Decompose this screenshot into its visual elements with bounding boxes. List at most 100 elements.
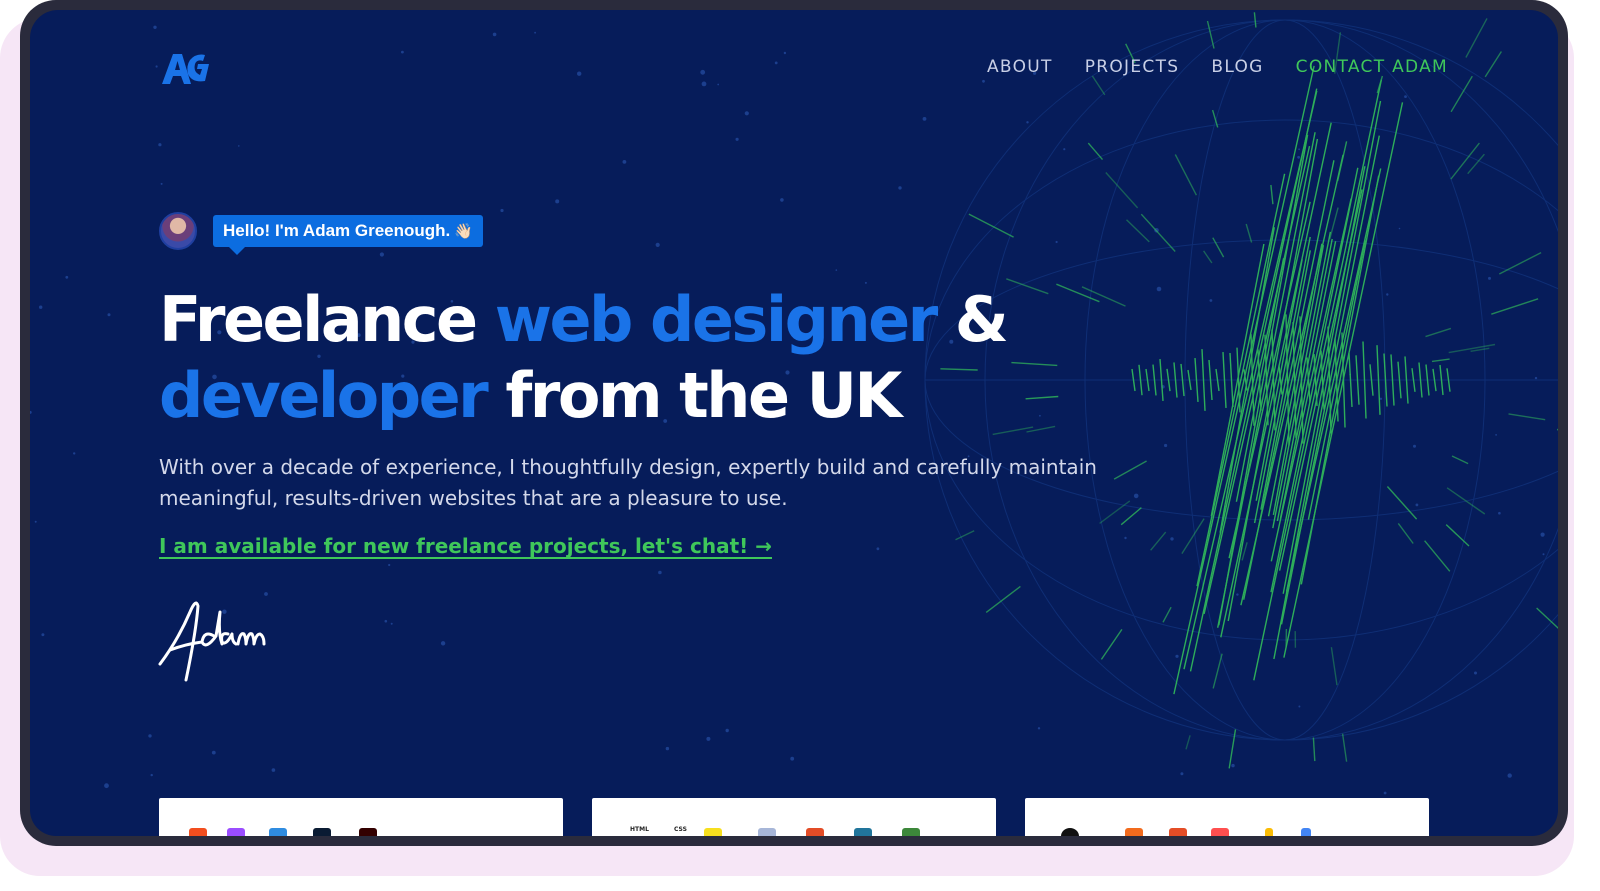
burst-tick xyxy=(1212,237,1225,258)
git-icon xyxy=(806,828,824,836)
burst-tick xyxy=(1174,154,1198,196)
platform-icon-3 xyxy=(1211,828,1229,836)
burst-tick xyxy=(1465,18,1488,58)
node-icon xyxy=(902,828,920,836)
burst-tick xyxy=(1253,12,1257,28)
background-dot xyxy=(107,313,111,317)
burst-tick xyxy=(1336,141,1348,182)
background-dot xyxy=(1386,293,1389,296)
background-dot xyxy=(577,71,582,76)
nav-projects[interactable]: PROJECTS xyxy=(1085,57,1180,77)
burst-tick xyxy=(1091,75,1106,96)
burst-tick xyxy=(1498,251,1542,275)
background-dot xyxy=(898,186,902,190)
background-dot xyxy=(1398,227,1401,230)
background-dot xyxy=(1026,121,1029,124)
background-dot xyxy=(39,305,43,309)
device-frame: ABOUT PROJECTS BLOG CONTACT ADAM Hello! … xyxy=(20,0,1568,846)
background-dot xyxy=(388,563,391,567)
greeting-bubble: Hello! I'm Adam Greenough. 👋🏻 xyxy=(213,215,483,255)
background-dot xyxy=(1037,727,1041,730)
background-dot xyxy=(1498,511,1501,515)
background-dot xyxy=(492,32,497,37)
background-dot xyxy=(500,208,504,213)
background-dot xyxy=(1415,503,1419,507)
background-dot xyxy=(717,83,720,86)
background-dot xyxy=(1180,772,1184,776)
analytics-icon xyxy=(1265,828,1273,836)
background-dot xyxy=(379,252,384,257)
burst-tick xyxy=(985,585,1021,613)
background-dot xyxy=(700,69,706,75)
background-dot xyxy=(1231,763,1235,768)
background-dot xyxy=(401,50,404,54)
background-dot xyxy=(725,728,729,733)
background-dot xyxy=(1534,376,1538,380)
burst-tick xyxy=(1451,455,1469,465)
background-dot xyxy=(622,160,627,164)
background-dot xyxy=(1413,444,1416,448)
background-dot xyxy=(271,768,276,772)
burst-tick xyxy=(1100,629,1123,660)
sketch-icon xyxy=(269,828,287,836)
background-dot xyxy=(735,137,739,141)
burst-tick xyxy=(1397,522,1414,544)
background-dot xyxy=(1170,537,1174,541)
background-dot xyxy=(150,773,153,777)
burst-tick xyxy=(1376,75,1384,94)
ag-logo[interactable] xyxy=(160,50,212,86)
background-dot xyxy=(65,275,69,279)
background-dot xyxy=(1298,705,1301,708)
burst-tick xyxy=(1228,729,1237,769)
background-dot xyxy=(790,756,795,761)
background-dot xyxy=(153,25,157,29)
nav-blog[interactable]: BLOG xyxy=(1211,57,1263,77)
background-dot xyxy=(1175,654,1179,658)
tools-card-design[interactable] xyxy=(159,798,563,836)
background-dot xyxy=(30,410,32,414)
burst-tick xyxy=(1431,358,1450,363)
background-dot xyxy=(835,269,838,271)
background-dot xyxy=(1063,148,1066,151)
background-dot xyxy=(160,182,163,185)
burst-tick xyxy=(1126,219,1150,243)
illustrator-icon xyxy=(359,828,377,836)
background-dot xyxy=(1474,671,1477,675)
burst-tick xyxy=(1446,487,1486,515)
signature-image xyxy=(158,601,266,682)
background-dot xyxy=(158,143,162,147)
burst-tick xyxy=(1245,223,1253,243)
background-dot xyxy=(1209,299,1213,302)
headline-part5: from the UK xyxy=(486,359,902,432)
availability-link[interactable]: I am available for new freelance project… xyxy=(159,534,772,558)
background-dot xyxy=(104,783,109,789)
background-dot xyxy=(534,31,536,34)
burst-tick xyxy=(1329,207,1339,240)
background-dot xyxy=(658,570,662,575)
burst-tick xyxy=(1087,142,1104,161)
background-dot xyxy=(34,520,37,523)
background-dot xyxy=(555,199,560,204)
background-dot xyxy=(1383,791,1387,795)
google-icon xyxy=(1301,828,1311,836)
background-dot xyxy=(1297,155,1300,159)
background-dot xyxy=(1164,443,1168,448)
background-dot xyxy=(390,622,393,625)
background-dot xyxy=(876,547,880,551)
background-dot xyxy=(1540,532,1545,537)
background-dot xyxy=(211,750,216,755)
tools-card-platforms[interactable] xyxy=(1025,798,1429,836)
background-dot xyxy=(73,452,76,455)
waving-hand-icon: 👋🏻 xyxy=(454,223,473,240)
nav-about[interactable]: ABOUT xyxy=(987,57,1053,77)
headline-web-designer: web designer xyxy=(494,283,939,356)
burst-tick xyxy=(1212,653,1223,689)
background-dot xyxy=(1404,95,1407,98)
background-dot xyxy=(1236,593,1239,596)
background-dot xyxy=(780,198,784,202)
background-dot xyxy=(701,81,707,87)
photoshop-icon xyxy=(313,828,331,836)
headline-part1: Freelance xyxy=(159,283,495,356)
nav-contact[interactable]: CONTACT ADAM xyxy=(1296,57,1448,77)
tools-card-development[interactable]: HTML CSS xyxy=(592,798,996,836)
